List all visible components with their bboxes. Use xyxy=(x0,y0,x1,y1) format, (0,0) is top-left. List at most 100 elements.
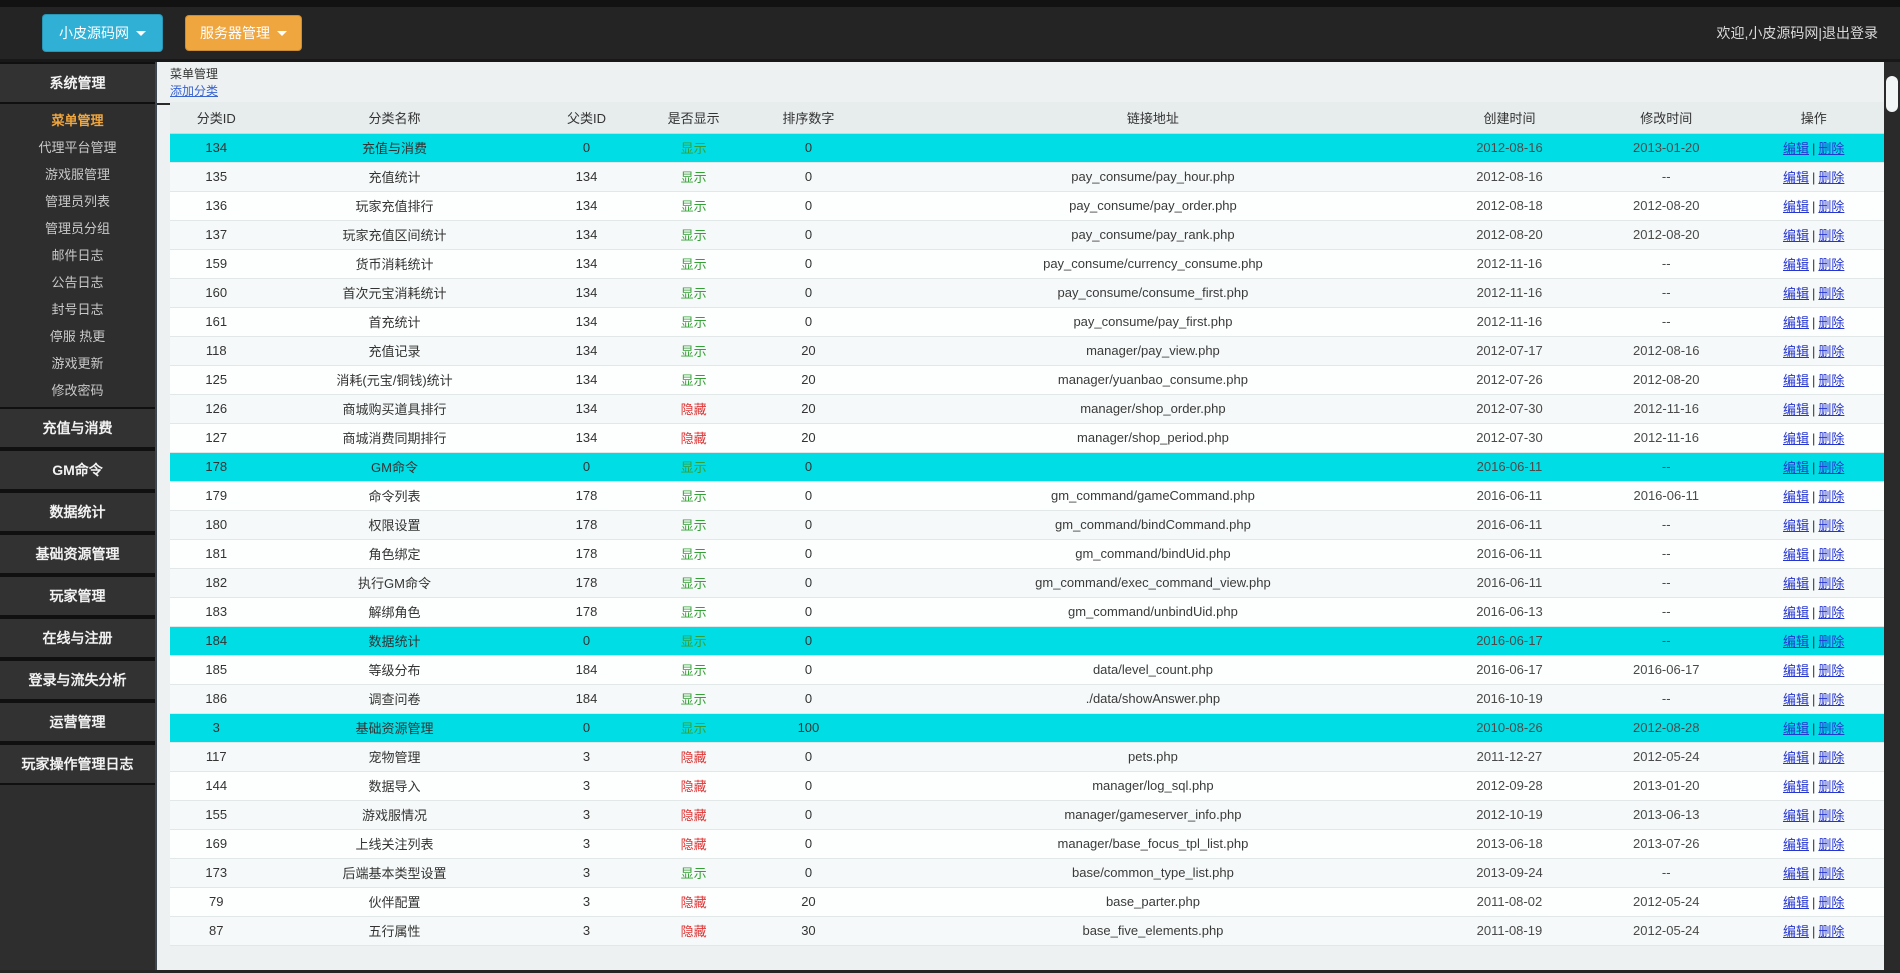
delete-link[interactable]: 删除 xyxy=(1818,315,1844,330)
action-separator: | xyxy=(1812,199,1816,214)
edit-link[interactable]: 编辑 xyxy=(1783,547,1809,562)
sidebar-item[interactable]: 停服 热更 xyxy=(0,322,155,349)
sidebar-item[interactable]: 游戏更新 xyxy=(0,349,155,376)
delete-link[interactable]: 删除 xyxy=(1818,576,1844,591)
edit-link[interactable]: 编辑 xyxy=(1783,837,1809,852)
delete-link[interactable]: 删除 xyxy=(1818,808,1844,823)
sidebar-item[interactable]: 公告日志 xyxy=(0,268,155,295)
sidebar-item[interactable]: 代理平台管理 xyxy=(0,133,155,160)
delete-link[interactable]: 删除 xyxy=(1818,257,1844,272)
delete-link[interactable]: 删除 xyxy=(1818,634,1844,649)
sidebar-section-header-6[interactable]: 在线与注册 xyxy=(0,617,155,659)
edit-link[interactable]: 编辑 xyxy=(1783,895,1809,910)
cell-visible-status: 显示 xyxy=(646,655,741,685)
visible-status-badge: 显示 xyxy=(680,692,707,707)
brand-dropdown-button[interactable]: 小皮源码网 xyxy=(42,14,163,52)
delete-link[interactable]: 删除 xyxy=(1818,692,1844,707)
sidebar-section-header-2[interactable]: GM命令 xyxy=(0,449,155,491)
edit-link[interactable]: 编辑 xyxy=(1783,750,1809,765)
edit-link[interactable]: 编辑 xyxy=(1783,315,1809,330)
edit-link[interactable]: 编辑 xyxy=(1783,808,1809,823)
delete-link[interactable]: 删除 xyxy=(1818,199,1844,214)
edit-link[interactable]: 编辑 xyxy=(1783,141,1809,156)
edit-link[interactable]: 编辑 xyxy=(1783,402,1809,417)
edit-link[interactable]: 编辑 xyxy=(1783,779,1809,794)
sidebar-item[interactable]: 管理员列表 xyxy=(0,187,155,214)
delete-link[interactable]: 删除 xyxy=(1818,866,1844,881)
delete-link[interactable]: 删除 xyxy=(1818,547,1844,562)
sidebar-section-header-1[interactable]: 充值与消费 xyxy=(0,407,155,449)
edit-link[interactable]: 编辑 xyxy=(1783,344,1809,359)
delete-link[interactable]: 删除 xyxy=(1818,228,1844,243)
edit-link[interactable]: 编辑 xyxy=(1783,460,1809,475)
sidebar-item[interactable]: 游戏服管理 xyxy=(0,160,155,187)
edit-link[interactable]: 编辑 xyxy=(1783,866,1809,881)
sidebar-item[interactable]: 管理员分组 xyxy=(0,214,155,241)
sidebar-item[interactable]: 菜单管理 xyxy=(0,106,155,133)
edit-link[interactable]: 编辑 xyxy=(1783,634,1809,649)
vertical-scrollbar[interactable] xyxy=(1884,62,1900,970)
delete-link[interactable]: 删除 xyxy=(1818,344,1844,359)
action-separator: | xyxy=(1812,808,1816,823)
sidebar-section-header-4[interactable]: 基础资源管理 xyxy=(0,533,155,575)
sidebar-section-header-8[interactable]: 运营管理 xyxy=(0,701,155,743)
sidebar-item[interactable]: 修改密码 xyxy=(0,376,155,403)
delete-link[interactable]: 删除 xyxy=(1818,170,1844,185)
edit-link[interactable]: 编辑 xyxy=(1783,228,1809,243)
delete-link[interactable]: 删除 xyxy=(1818,605,1844,620)
delete-link[interactable]: 删除 xyxy=(1818,518,1844,533)
logout-link[interactable]: 退出登录 xyxy=(1822,23,1878,43)
table-row: 135 充值统计 134 显示 0 pay_consume/pay_hour.p… xyxy=(170,162,1884,192)
delete-link[interactable]: 删除 xyxy=(1818,431,1844,446)
action-separator: | xyxy=(1812,373,1816,388)
cell-category-id: 87 xyxy=(170,916,263,946)
cell-sort-number: 100 xyxy=(740,713,877,743)
edit-link[interactable]: 编辑 xyxy=(1783,489,1809,504)
sidebar-section-header-3[interactable]: 数据统计 xyxy=(0,491,155,533)
edit-link[interactable]: 编辑 xyxy=(1783,924,1809,939)
cell-modified-time: 2012-08-16 xyxy=(1589,336,1744,366)
sidebar-section-header-9[interactable]: 玩家操作管理日志 xyxy=(0,743,155,785)
scrollbar-thumb[interactable] xyxy=(1886,76,1898,112)
delete-link[interactable]: 删除 xyxy=(1818,286,1844,301)
edit-link[interactable]: 编辑 xyxy=(1783,199,1809,214)
edit-link[interactable]: 编辑 xyxy=(1783,373,1809,388)
cell-sort-number: 0 xyxy=(740,597,877,627)
sidebar-item[interactable]: 邮件日志 xyxy=(0,241,155,268)
cell-modified-time: 2012-11-16 xyxy=(1589,423,1744,453)
sidebar-section-header-5[interactable]: 玩家管理 xyxy=(0,575,155,617)
edit-link[interactable]: 编辑 xyxy=(1783,663,1809,678)
edit-link[interactable]: 编辑 xyxy=(1783,170,1809,185)
edit-link[interactable]: 编辑 xyxy=(1783,721,1809,736)
cell-sort-number: 20 xyxy=(740,423,877,453)
edit-link[interactable]: 编辑 xyxy=(1783,518,1809,533)
delete-link[interactable]: 删除 xyxy=(1818,721,1844,736)
delete-link[interactable]: 删除 xyxy=(1818,750,1844,765)
delete-link[interactable]: 删除 xyxy=(1818,402,1844,417)
delete-link[interactable]: 删除 xyxy=(1818,141,1844,156)
delete-link[interactable]: 删除 xyxy=(1818,895,1844,910)
edit-link[interactable]: 编辑 xyxy=(1783,286,1809,301)
edit-link[interactable]: 编辑 xyxy=(1783,257,1809,272)
sidebar-section-header-0[interactable]: 系统管理 xyxy=(0,62,155,104)
edit-link[interactable]: 编辑 xyxy=(1783,692,1809,707)
edit-link[interactable]: 编辑 xyxy=(1783,431,1809,446)
delete-link[interactable]: 删除 xyxy=(1818,837,1844,852)
delete-link[interactable]: 删除 xyxy=(1818,373,1844,388)
server-manage-dropdown-button[interactable]: 服务器管理 xyxy=(185,15,302,51)
sidebar-item[interactable]: 封号日志 xyxy=(0,295,155,322)
delete-link[interactable]: 删除 xyxy=(1818,663,1844,678)
delete-link[interactable]: 删除 xyxy=(1818,924,1844,939)
delete-link[interactable]: 删除 xyxy=(1818,489,1844,504)
cell-visible-status: 显示 xyxy=(646,249,741,279)
sidebar-section-header-7[interactable]: 登录与流失分析 xyxy=(0,659,155,701)
visible-status-badge: 隐藏 xyxy=(680,431,707,446)
add-category-link[interactable]: 添加分类 xyxy=(170,84,218,99)
cell-category-id: 126 xyxy=(170,394,263,424)
delete-link[interactable]: 删除 xyxy=(1818,460,1844,475)
delete-link[interactable]: 删除 xyxy=(1818,779,1844,794)
edit-link[interactable]: 编辑 xyxy=(1783,576,1809,591)
edit-link[interactable]: 编辑 xyxy=(1783,605,1809,620)
cell-visible-status: 显示 xyxy=(646,278,741,308)
table-row: 137 玩家充值区间统计 134 显示 0 pay_consume/pay_ra… xyxy=(170,220,1884,250)
